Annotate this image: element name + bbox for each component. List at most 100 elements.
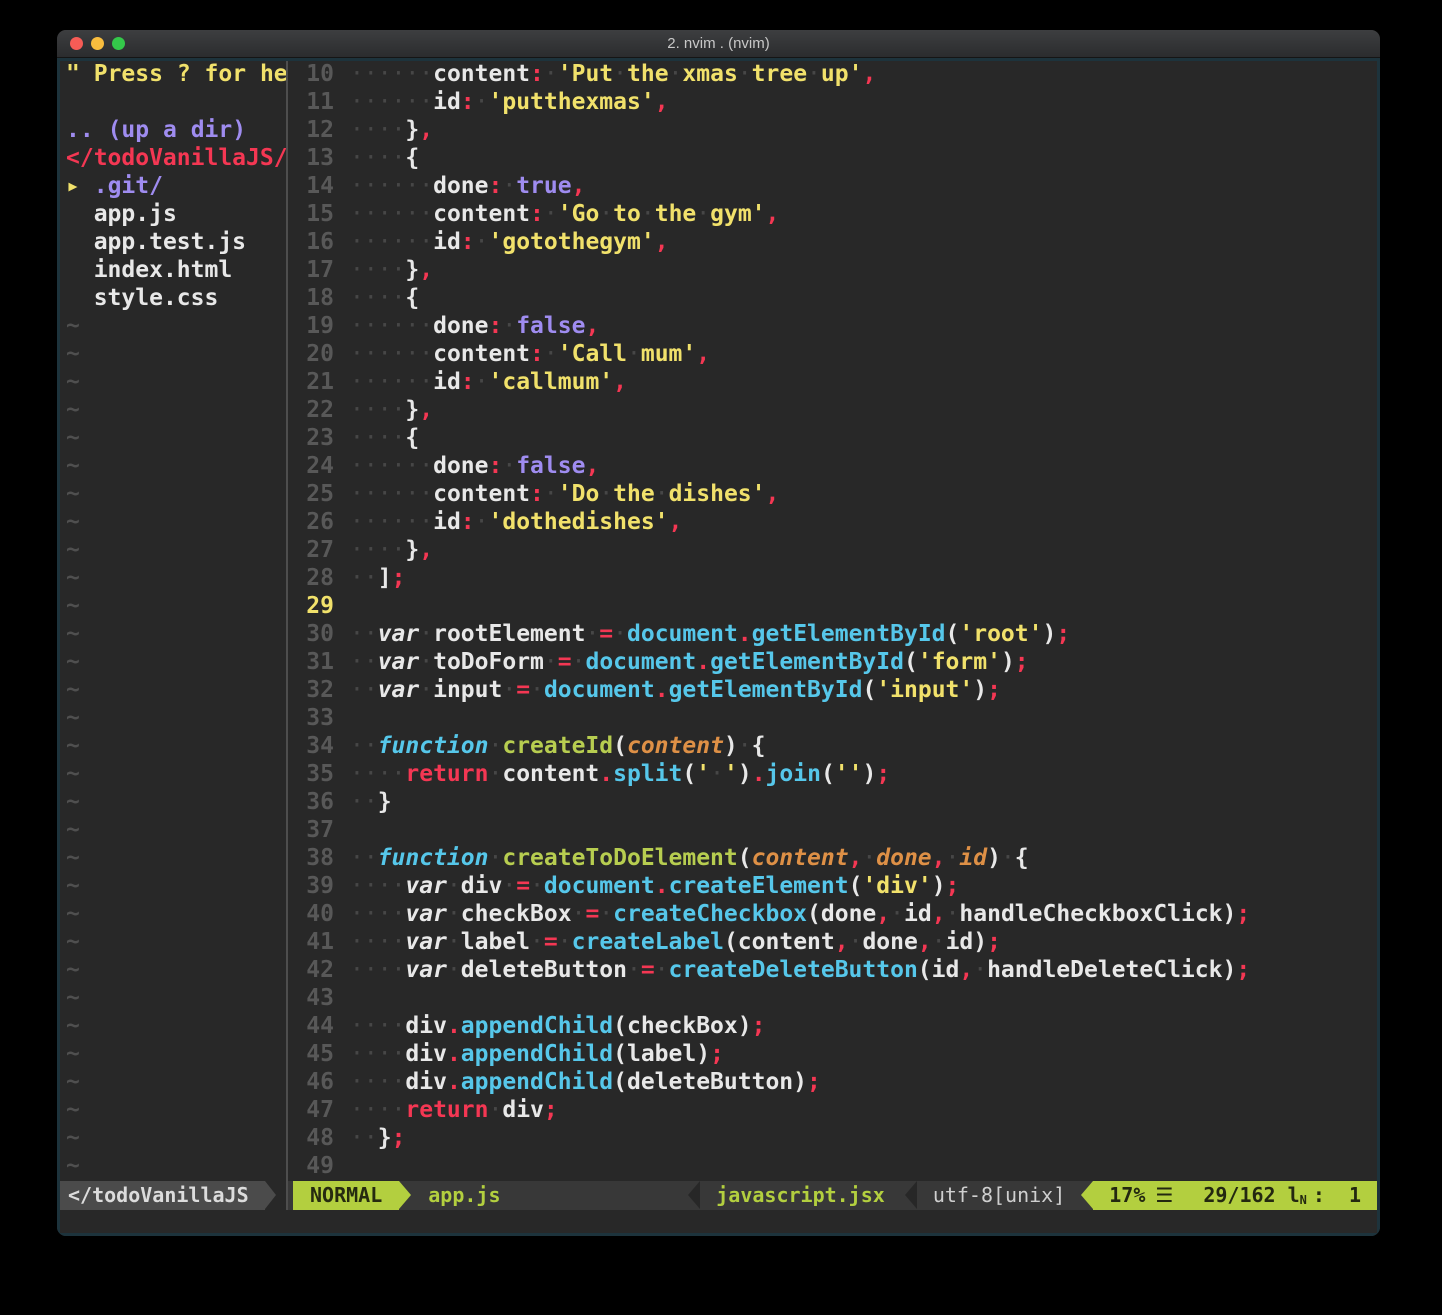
tree-item[interactable]: app.test.js [60, 229, 286, 257]
code-line: 41····var·label·=·createLabel(content,·d… [288, 929, 1377, 957]
code-text: ····div.appendChild(checkBox); [350, 1013, 765, 1039]
code-text: ····div.appendChild(label); [350, 1041, 724, 1067]
code-text: ····}, [350, 117, 433, 143]
code-line: 32··var·input·=·document.getElementById(… [288, 677, 1377, 705]
chevron-left-icon [905, 1181, 917, 1209]
code-line: 39····var·div·=·document.createElement('… [288, 873, 1377, 901]
nerdtree-statusline: </todoVanillaJS [60, 1181, 286, 1210]
code-line: 38··function·createToDoElement(content,·… [288, 845, 1377, 873]
minimize-button[interactable] [91, 37, 104, 50]
code-text: ······id:·'gotothegym', [350, 229, 669, 255]
tree-item[interactable]: " Press ? for help [60, 61, 286, 89]
code-line: 34··function·createId(content)·{ [288, 733, 1377, 761]
filler-line: ~ [60, 1013, 286, 1041]
code-text: ····}, [350, 537, 433, 563]
code-line: 17····}, [288, 257, 1377, 285]
code-text: ······content:·'Put·the·xmas·tree·up', [350, 61, 876, 87]
terminal-window: 2. nvim . (nvim) " Press ? for help .. (u… [57, 30, 1380, 1236]
tree-item[interactable]: .. (up a dir) [60, 117, 286, 145]
code-text: ······id:·'putthexmas', [350, 89, 669, 115]
code-text: ··}; [350, 1125, 405, 1151]
tree-item[interactable]: style.css [60, 285, 286, 313]
code-text: ····return·content.split('·').join(''); [350, 761, 890, 787]
line-number: 31 [288, 649, 334, 675]
code-line: 43 [288, 985, 1377, 1013]
filler-line: ~ [60, 817, 286, 845]
filler-line: ~ [60, 369, 286, 397]
code-text: ····div.appendChild(deleteButton); [350, 1069, 821, 1095]
code-line: 15······content:·'Go·to·the·gym', [288, 201, 1377, 229]
line-number: 39 [288, 873, 334, 899]
filetype-label: javascript.jsx [700, 1181, 901, 1210]
code-text: ····}, [350, 397, 433, 423]
statusline-spacer [518, 1181, 685, 1210]
filler-line: ~ [60, 649, 286, 677]
powerline-arrow-icon [399, 1181, 411, 1209]
code-text: ······content:·'Go·to·the·gym', [350, 201, 779, 227]
code-line: 23····{ [288, 425, 1377, 453]
line-number: 12 [288, 117, 334, 143]
code-line: 12 ····}, [288, 117, 1377, 145]
line-number: 34 [288, 733, 334, 759]
code-line: 19······done:·false, [288, 313, 1377, 341]
tree-item[interactable]: index.html [60, 257, 286, 285]
code-text: ······done:·false, [350, 453, 599, 479]
filler-line: ~ [60, 845, 286, 873]
code-line: 37 [288, 817, 1377, 845]
tree-item[interactable]: app.js [60, 201, 286, 229]
cursor-position: 29/162 [1203, 1181, 1275, 1210]
filename-label: app.js [411, 1181, 517, 1210]
line-number: 42 [288, 957, 334, 983]
code-text: ······content:·'Do·the·dishes', [350, 481, 779, 507]
code-line: 29 [288, 593, 1377, 621]
code-text: ····var·checkBox·=·createCheckbox(done,·… [350, 901, 1250, 927]
filler-line: ~ [60, 481, 286, 509]
code-line: 46 ····div.appendChild(deleteButton); [288, 1069, 1377, 1097]
titlebar[interactable]: 2. nvim . (nvim) [57, 30, 1380, 58]
code-line: 28··]; [288, 565, 1377, 593]
line-number: 10 [288, 61, 334, 87]
terminal-content: " Press ? for help.. (up a dir)</todoVan… [57, 58, 1380, 1236]
code-line: 45····div.appendChild(label); [288, 1041, 1377, 1069]
editor-pane[interactable]: 10 ······content:·'Put·the·xmas·tree·up',… [288, 61, 1377, 1181]
filler-line: ~ [60, 537, 286, 565]
tree-item[interactable]: </todoVanillaJS/ [60, 145, 286, 173]
line-number: 48 [288, 1125, 334, 1151]
command-line[interactable] [60, 1210, 1377, 1233]
tree-item[interactable]: ▸ .git/ [60, 173, 286, 201]
code-text: ··]; [350, 565, 405, 591]
code-text: ······done:·true, [350, 173, 585, 199]
code-line: 49 [288, 1153, 1377, 1181]
code-line: 31 ··var·toDoForm·=·document.getElementBy… [288, 649, 1377, 677]
line-number: 37 [288, 817, 334, 843]
filler-line: ~ [60, 1125, 286, 1153]
zoom-button[interactable] [112, 37, 125, 50]
filler-line: ~ [60, 761, 286, 789]
line-number: 29 [288, 593, 334, 619]
line-number: 19 [288, 313, 334, 339]
code-line: 11 ······id:·'putthexmas', [288, 89, 1377, 117]
filler-line: ~ [60, 789, 286, 817]
chevron-left-icon [688, 1181, 700, 1209]
line-number: 27 [288, 537, 334, 563]
code-line: 18····{ [288, 285, 1377, 313]
line-number: 21 [288, 369, 334, 395]
line-number: 11 [288, 89, 334, 115]
close-button[interactable] [70, 37, 83, 50]
line-number-icon: lN [1276, 1181, 1307, 1210]
code-line: 44····div.appendChild(checkBox); [288, 1013, 1377, 1041]
powerline-arrow-icon [1081, 1181, 1093, 1209]
scrollbar-icon: ☰ [1155, 1181, 1173, 1210]
scroll-percent: 17% [1109, 1181, 1145, 1210]
encoding-label: utf-8[unix] [917, 1181, 1081, 1210]
line-number: 20 [288, 341, 334, 367]
colon-separator: : [1313, 1181, 1325, 1210]
tree-item[interactable] [60, 89, 286, 117]
code-text: ··var·toDoForm·=·document.getElementById… [350, 649, 1029, 675]
nerdtree-sidebar[interactable]: " Press ? for help .. (up a dir)</todoVan… [60, 61, 286, 1181]
line-number: 43 [288, 985, 334, 1011]
line-number: 22 [288, 397, 334, 423]
filler-line: ~ [60, 453, 286, 481]
line-number: 46 [288, 1069, 334, 1095]
line-number: 35 [288, 761, 334, 787]
